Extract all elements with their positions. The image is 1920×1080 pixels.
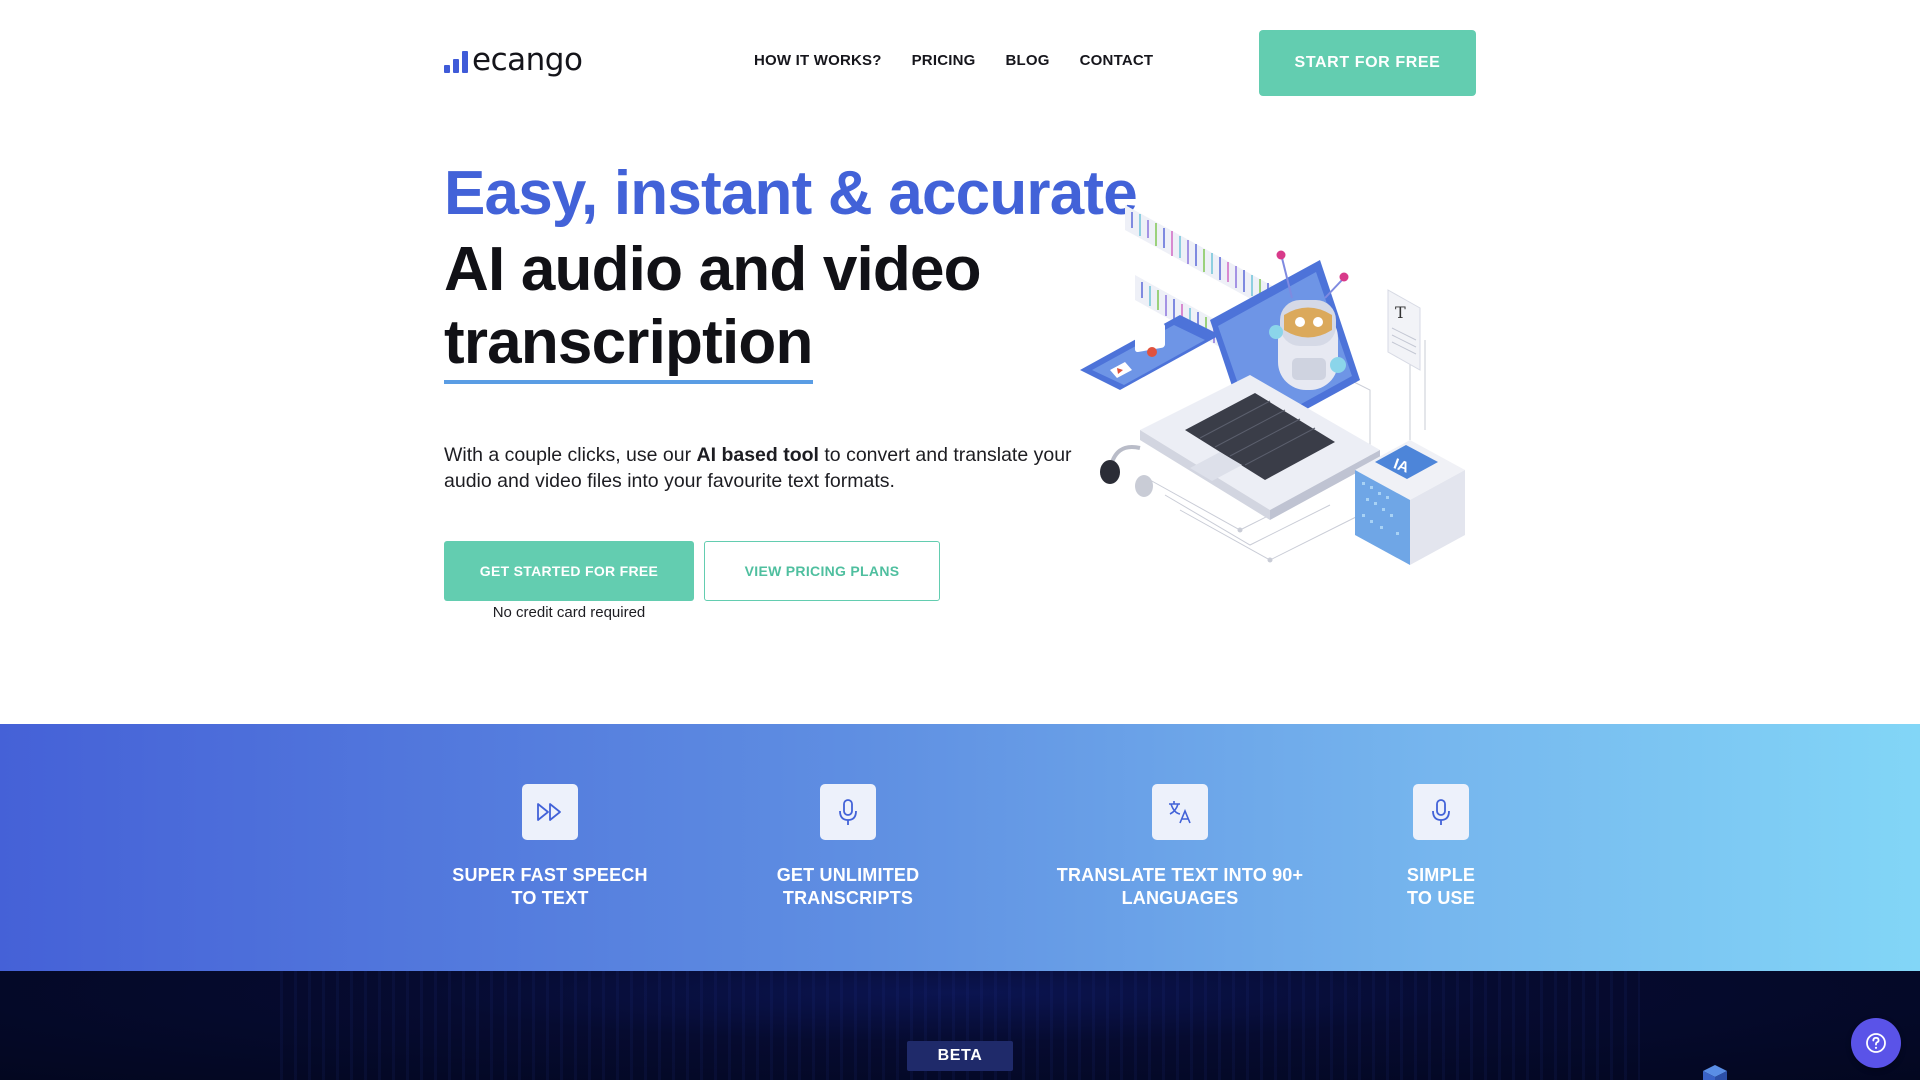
brand-logo[interactable]: ecango xyxy=(444,42,583,78)
view-pricing-button[interactable]: VIEW PRICING PLANS xyxy=(704,541,940,601)
get-started-button[interactable]: GET STARTED FOR FREE xyxy=(444,541,694,601)
hero-title-line2: AI audio and video xyxy=(444,235,982,304)
logo-bars-icon xyxy=(444,50,468,78)
svg-text:T: T xyxy=(1395,303,1406,322)
help-question-icon xyxy=(1866,1033,1886,1053)
site-header: ecango HOW IT WORKS? PRICING BLOG CONTAC… xyxy=(0,0,1920,124)
feature-fast-speech: SUPER FAST SPEECH TO TEXT xyxy=(450,784,650,910)
feature-label: SUPER FAST SPEECH TO TEXT xyxy=(452,865,648,908)
hero-desc-before: With a couple clicks, use our xyxy=(444,444,697,466)
no-credit-card-note: No credit card required xyxy=(492,604,646,621)
features-band: SUPER FAST SPEECH TO TEXT GET UNLIMITED TR… xyxy=(0,724,1920,971)
hero-title-line3: transcription xyxy=(444,308,813,384)
microphone-icon xyxy=(1413,784,1469,840)
nav-item-contact[interactable]: CONTACT xyxy=(1080,52,1154,69)
help-button[interactable] xyxy=(1851,1018,1901,1068)
main-nav: HOW IT WORKS? PRICING BLOG CONTACT xyxy=(754,52,1153,69)
ai-transcription-illustration: T IA xyxy=(1070,180,1480,590)
beta-section: BETA xyxy=(0,971,1920,1080)
hero-title-line1: Easy, instant & accurate xyxy=(444,159,1138,228)
nav-item-blog[interactable]: BLOG xyxy=(1006,52,1050,69)
hero-desc-bold: AI based tool xyxy=(696,444,819,466)
microphone-icon xyxy=(820,784,876,840)
feature-translate: TRANSLATE TEXT INTO 90+ LANGUAGES xyxy=(1050,784,1310,910)
cube-icon xyxy=(1703,1065,1727,1080)
nav-item-pricing[interactable]: PRICING xyxy=(912,52,976,69)
feature-label: GET UNLIMITED TRANSCRIPTS xyxy=(776,865,920,908)
hero-description: With a couple clicks, use our AI based t… xyxy=(444,442,1074,494)
beta-badge: BETA xyxy=(907,1041,1013,1071)
hero-title: Easy, instant & accurate AI audio and vi… xyxy=(444,156,1138,384)
fast-forward-icon xyxy=(522,784,578,840)
start-for-free-button[interactable]: START FOR FREE xyxy=(1259,30,1476,96)
feature-label: SIMPLE TO USE xyxy=(1406,865,1476,908)
feature-unlimited-transcripts: GET UNLIMITED TRANSCRIPTS xyxy=(748,784,948,910)
feature-label: TRANSLATE TEXT INTO 90+ LANGUAGES xyxy=(1056,865,1304,908)
translate-icon xyxy=(1152,784,1208,840)
nav-item-how-it-works[interactable]: HOW IT WORKS? xyxy=(754,52,882,69)
feature-simple: SIMPLE TO USE xyxy=(1391,784,1491,910)
brand-name: ecango xyxy=(472,42,583,78)
